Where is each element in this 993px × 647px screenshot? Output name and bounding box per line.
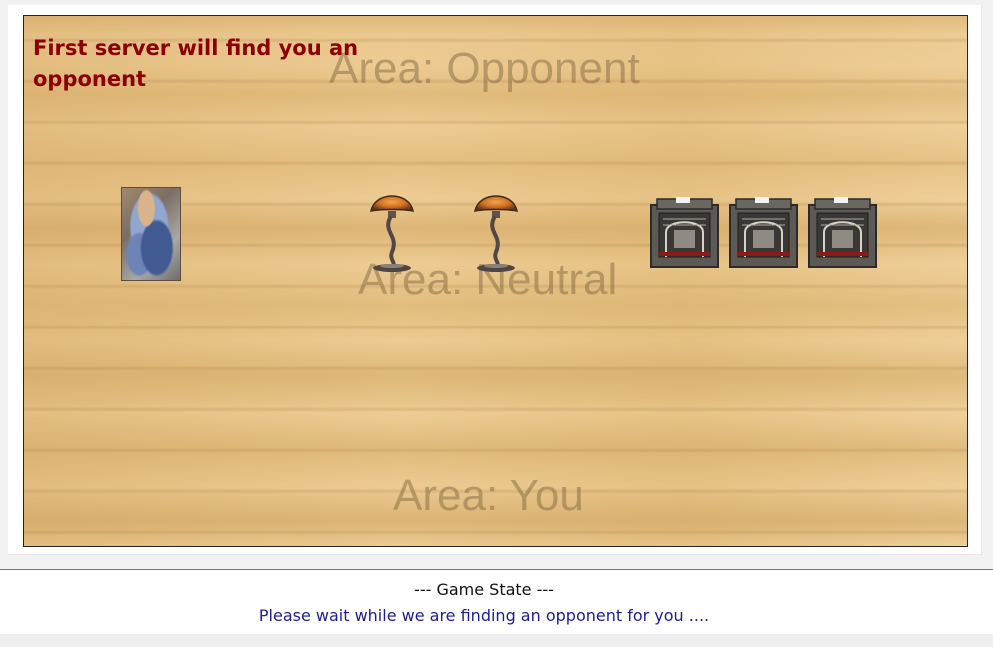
ornate-crate-icon[interactable] [728, 197, 799, 271]
game-board-frame: First server will find you an opponent A… [8, 5, 982, 555]
game-state-message: Please wait while we are finding an oppo… [258, 606, 710, 625]
mushroom-lamp-icon[interactable] [366, 186, 418, 274]
server-message: First server will find you an opponent [33, 36, 359, 91]
game-page: First server will find you an opponent A… [0, 0, 993, 647]
area-opponent-label: Area: Opponent [329, 44, 640, 93]
bottom-strip [0, 634, 993, 647]
ornate-crate-icon[interactable] [649, 197, 720, 271]
mushroom-lamp-icon[interactable] [470, 186, 522, 274]
game-state-panel: --- Game State --- Please wait while we … [0, 569, 993, 635]
game-state-title: --- Game State --- [414, 580, 554, 599]
woman-with-lute-painting-icon[interactable] [121, 187, 181, 281]
ornate-crate-icon[interactable] [807, 197, 878, 271]
area-you-label: Area: You [393, 471, 584, 520]
game-board: First server will find you an opponent A… [23, 15, 968, 547]
